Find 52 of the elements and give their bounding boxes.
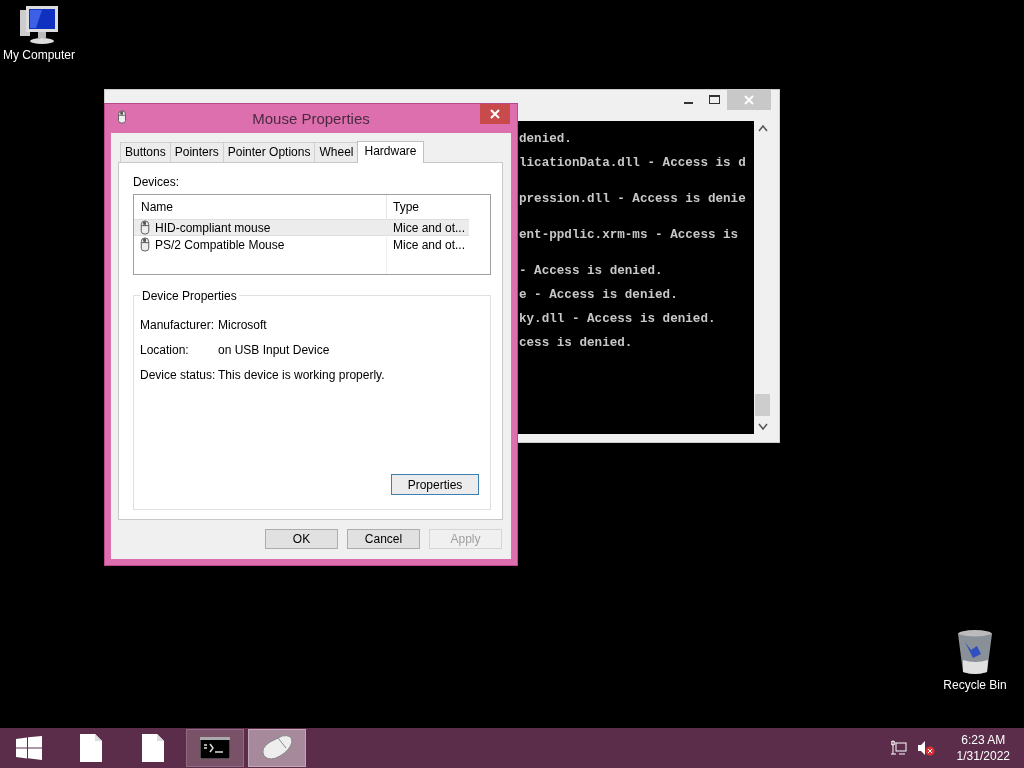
- tab[interactable]: Hardware: [357, 141, 424, 163]
- mouse-icon[interactable]: [260, 734, 294, 762]
- properties-button[interactable]: Properties: [391, 474, 479, 495]
- console-text: cess is denied.: [519, 336, 633, 350]
- mouse-icon: [139, 220, 151, 235]
- network-icon[interactable]: [890, 740, 907, 756]
- tab[interactable]: Wheel: [314, 142, 359, 162]
- device-row[interactable]: PS/2 Compatible Mouse Mice and ot...: [134, 236, 469, 253]
- property-label: Device status:: [140, 368, 217, 382]
- group-title: Device Properties: [140, 289, 239, 303]
- dialog-button[interactable]: OK: [265, 529, 338, 549]
- dialog-title: Mouse Properties: [252, 110, 370, 127]
- icon-label: My Computer: [3, 48, 75, 62]
- console-text: denied.: [519, 132, 572, 146]
- muted-speaker-icon[interactable]: [916, 740, 935, 756]
- property-value: This device is working properly.: [218, 368, 385, 382]
- dialog-button[interactable]: Cancel: [347, 529, 420, 549]
- clock-time[interactable]: 6:23 AM: [961, 732, 1006, 748]
- device-row[interactable]: HID-compliant mouse Mice and ot...: [134, 219, 469, 236]
- device-name: HID-compliant mouse: [155, 220, 271, 235]
- console-text: ky.dll - Access is denied.: [519, 312, 716, 326]
- scroll-thumb[interactable]: [755, 394, 770, 416]
- column-header[interactable]: Type: [393, 200, 419, 214]
- console-text: licationData.dll - Access is d: [519, 156, 746, 170]
- clock-date[interactable]: 1/31/2022: [956, 748, 1010, 764]
- recycle-bin-icon[interactable]: [955, 628, 995, 676]
- console-text: - Access is denied.: [519, 264, 663, 278]
- console-text: e - Access is denied.: [519, 288, 678, 302]
- close-button[interactable]: [480, 104, 510, 124]
- document-icon[interactable]: [142, 734, 164, 762]
- icon-label: Recycle Bin: [943, 678, 1007, 692]
- mouse-icon: [115, 110, 129, 124]
- device-type: Mice and ot...: [393, 237, 466, 252]
- console-text: ent-ppdlic.xrm-ms - Access is: [519, 228, 739, 242]
- tab[interactable]: Buttons: [120, 142, 171, 162]
- mouse-icon: [139, 237, 151, 252]
- windows-logo-icon[interactable]: [16, 736, 42, 760]
- property-label: Location:: [140, 343, 190, 357]
- devices-label: Devices:: [133, 175, 179, 189]
- console-icon[interactable]: [200, 737, 230, 759]
- console-text: pression.dll - Access is denie: [519, 192, 746, 206]
- column-header[interactable]: Name: [141, 200, 173, 214]
- device-name: PS/2 Compatible Mouse: [155, 237, 285, 252]
- property-value: on USB Input Device: [218, 343, 330, 357]
- close-icon[interactable]: [490, 109, 500, 119]
- device-type: Mice and ot...: [393, 220, 466, 235]
- tab[interactable]: Pointer Options: [222, 142, 316, 162]
- property-label: Manufacturer:: [140, 318, 216, 332]
- property-value: Microsoft: [218, 318, 267, 332]
- taskbar-button[interactable]: [186, 729, 244, 767]
- tab[interactable]: Pointers: [169, 142, 224, 162]
- document-icon[interactable]: [80, 734, 102, 762]
